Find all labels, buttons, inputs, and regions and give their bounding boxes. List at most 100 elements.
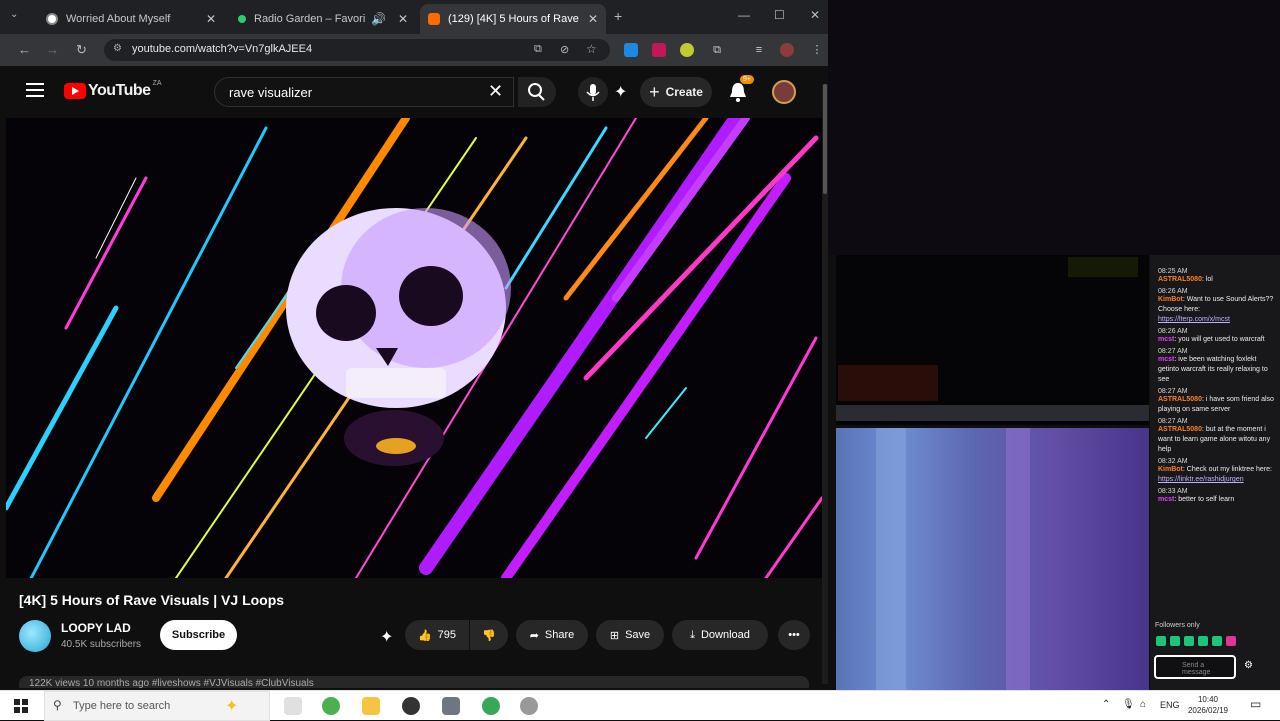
hamburger-menu-icon[interactable]	[26, 83, 44, 97]
channel-avatar[interactable]	[19, 620, 51, 652]
maximize-button[interactable]: ☐	[774, 8, 785, 22]
chat-username[interactable]: ASTRAL5080	[1158, 426, 1202, 433]
tab-search-icon[interactable]: ⌄	[10, 9, 18, 20]
file-explorer-icon[interactable]	[362, 697, 380, 715]
thumbs-down-icon: 👎	[482, 629, 496, 642]
chat-timestamp: 08:32 AM	[1158, 458, 1188, 465]
bell-icon	[730, 83, 746, 102]
chat-username[interactable]: ASTRAL5080	[1158, 396, 1202, 403]
youtube-logo-text: YouTube	[88, 82, 151, 99]
chrome-icon[interactable]	[322, 697, 340, 715]
emote-icon[interactable]	[1212, 636, 1222, 646]
assistant-icon[interactable]: ✦	[614, 82, 627, 102]
tab-close-icon[interactable]: ✕	[398, 12, 408, 26]
extensions-puzzle-icon[interactable]: ⧉	[710, 43, 724, 57]
dislike-button[interactable]: 👎	[470, 620, 508, 650]
sparkle-ask-icon[interactable]: ✦	[380, 627, 393, 647]
bookmark-star-icon[interactable]: ☆	[586, 42, 597, 56]
country-code: ZA	[152, 79, 162, 87]
scrollbar-thumb[interactable]	[823, 84, 827, 194]
channel-name[interactable]: LOOPY LAD	[61, 621, 131, 635]
windows-start-icon[interactable]	[14, 699, 28, 713]
tab-close-icon[interactable]: ✕	[206, 12, 216, 26]
tab-close-icon[interactable]: ✕	[588, 12, 598, 26]
voice-search-button[interactable]	[578, 77, 608, 107]
share-button[interactable]: ➦ Share	[516, 620, 588, 650]
clear-search-icon[interactable]: ✕	[488, 81, 503, 102]
url-text[interactable]: youtube.com/watch?v=Vn7glkAJEE4	[132, 43, 312, 55]
emote-icon[interactable]	[1184, 636, 1194, 646]
emote-icon[interactable]	[1198, 636, 1208, 646]
chat-username[interactable]: mcst	[1158, 336, 1174, 343]
address-bar[interactable]: ⚙ youtube.com/watch?v=Vn7glkAJEE4 ⧉ ⊘ ☆	[104, 39, 610, 61]
system-clock[interactable]: 10:40 2026/02/19	[1182, 694, 1234, 716]
emote-icon[interactable]	[1170, 636, 1180, 646]
chat-username[interactable]: mcst	[1158, 356, 1174, 363]
notifications-button[interactable]: 9+	[728, 75, 754, 108]
taskbar-search-box[interactable]: ⚲ Type here to search ✦	[44, 691, 270, 721]
chat-link[interactable]: https://lterp.com/x/mcst	[1158, 315, 1274, 325]
microphone-tray-icon[interactable]: 🎙	[1122, 699, 1135, 710]
search-query-text[interactable]: rave visualizer	[229, 85, 312, 100]
tab-audio-icon[interactable]: 🔊	[371, 12, 386, 26]
profile-avatar[interactable]	[780, 43, 794, 57]
eye-off-icon[interactable]: ⊘	[560, 43, 569, 56]
more-actions-button[interactable]: •••	[778, 620, 810, 650]
tab-youtube-rave-visuals[interactable]: (129) [4K] 5 Hours of Rave Visu ✕	[420, 4, 606, 34]
create-button[interactable]: + Create	[640, 77, 712, 107]
obs-icon[interactable]	[402, 697, 420, 715]
account-avatar[interactable]	[772, 80, 796, 104]
close-window-button[interactable]: ✕	[810, 8, 820, 22]
microphone-icon	[586, 84, 600, 101]
video-player[interactable]	[6, 118, 822, 578]
new-tab-button[interactable]: +	[614, 8, 622, 24]
chat-username[interactable]: mcst	[1158, 496, 1174, 503]
chat-message: 08:32 AM KimBot: Check out my linktree h…	[1158, 458, 1274, 485]
video-title: [4K] 5 Hours of Rave Visuals | VJ Loops	[19, 592, 285, 608]
app-icon[interactable]	[520, 697, 538, 715]
chat-settings-icon[interactable]: ⚙	[1244, 660, 1253, 671]
tab-favicon-icon	[46, 13, 58, 25]
search-button[interactable]	[518, 77, 556, 107]
tab-favicon-icon	[238, 15, 246, 23]
tab-radio-garden[interactable]: Radio Garden – Favorites 🔊 ✕	[230, 4, 416, 34]
media-control-icon[interactable]: ≡	[752, 43, 766, 57]
like-button[interactable]: 👍 795	[405, 620, 469, 650]
emote-icon[interactable]	[1226, 636, 1236, 646]
back-icon[interactable]: ←	[18, 42, 31, 57]
cast-icon[interactable]: ⧉	[534, 43, 542, 56]
download-icon: ⤓	[690, 628, 695, 641]
game-quest-tracker	[1068, 257, 1138, 277]
chat-username[interactable]: KimBot	[1158, 466, 1183, 473]
extension-icon[interactable]	[624, 43, 638, 57]
emote-icon[interactable]	[1156, 636, 1166, 646]
video-description-box[interactable]: 122K views 10 months ago #liveshows #VJV…	[19, 676, 809, 688]
chat-message: 08:26 AM mcst: you will get used to warc…	[1158, 328, 1274, 345]
extension-icon[interactable]	[652, 43, 666, 57]
chat-username[interactable]: KimBot	[1158, 296, 1183, 303]
task-view-icon[interactable]	[284, 697, 302, 715]
tray-chevron-icon[interactable]: ⌃	[1102, 699, 1110, 710]
browser-menu-icon[interactable]: ⋮	[810, 43, 824, 57]
chat-link[interactable]: https://linktr.ee/rashidjurgen	[1158, 475, 1274, 485]
site-info-icon[interactable]: ⚙	[113, 43, 122, 54]
chrome-icon[interactable]	[482, 697, 500, 715]
chat-username[interactable]: ASTRAL5080	[1158, 276, 1202, 283]
youtube-header: YouTube ZA rave visualizer ✕ ✦ + Create …	[6, 66, 822, 118]
search-input[interactable]: rave visualizer	[214, 77, 514, 107]
extension-icon[interactable]	[680, 43, 694, 57]
chat-message-input[interactable]: Send a message	[1154, 655, 1236, 679]
notification-center-icon[interactable]: ▭	[1250, 697, 1261, 711]
reload-icon[interactable]: ↻	[76, 42, 87, 58]
tab-worried-about-myself[interactable]: Worried About Myself ✕	[38, 4, 224, 34]
emote-row[interactable]	[1156, 636, 1272, 648]
network-icon[interactable]: ⌂	[1140, 699, 1146, 710]
app-icon[interactable]	[442, 697, 460, 715]
download-button[interactable]: ⤓ Download	[672, 620, 768, 650]
minimize-button[interactable]: —	[738, 8, 750, 22]
subscribe-button[interactable]: Subscribe	[160, 620, 237, 650]
youtube-logo[interactable]: YouTube ZA	[64, 79, 162, 100]
language-indicator[interactable]: ENG	[1160, 700, 1180, 710]
save-button[interactable]: ⊞ Save	[596, 620, 664, 650]
forward-icon[interactable]: →	[46, 42, 59, 57]
